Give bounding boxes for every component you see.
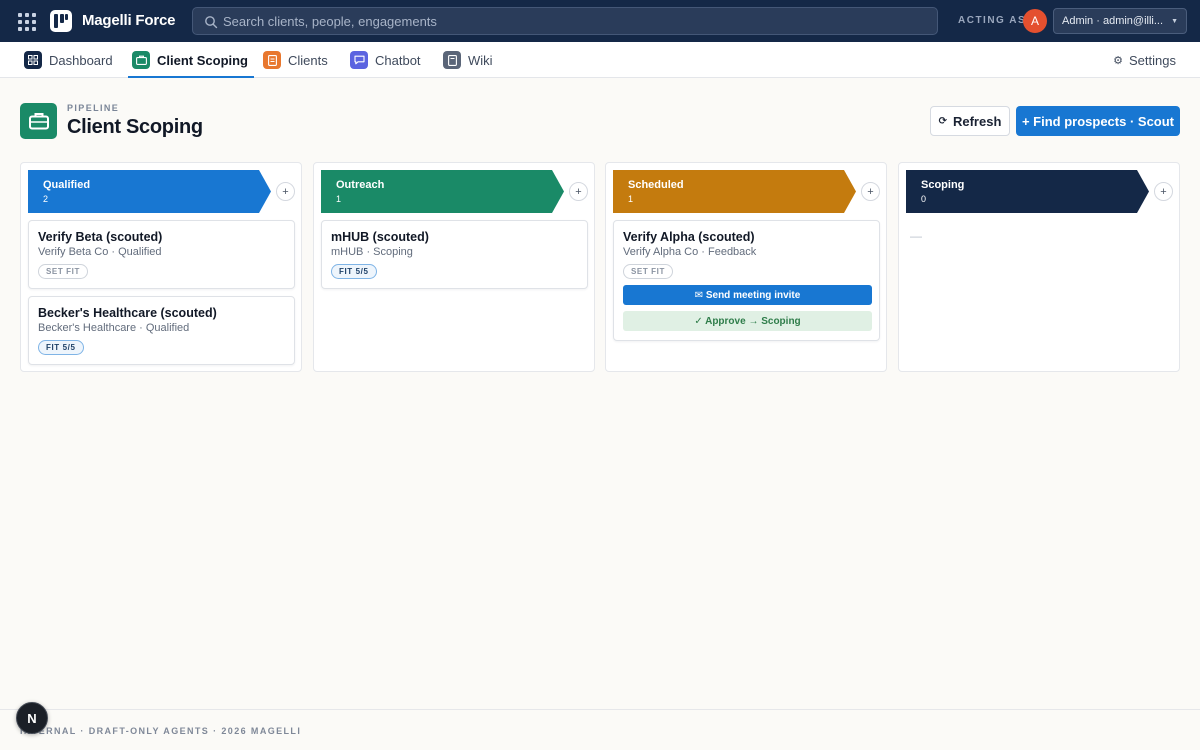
brand-name[interactable]: Magelli Force bbox=[82, 12, 175, 29]
page-eyebrow: PIPELINE bbox=[67, 103, 120, 113]
stage-count: 2 bbox=[43, 194, 49, 204]
stage-count: 0 bbox=[921, 194, 927, 204]
stage-header: Qualified 2 bbox=[28, 170, 271, 213]
card-subtitle: Becker's Healthcare · Qualified bbox=[38, 322, 190, 334]
send-meeting-invite-button[interactable]: ✉ Send meeting invite bbox=[623, 285, 872, 305]
stage-count: 1 bbox=[336, 194, 342, 204]
page-icon bbox=[443, 51, 461, 69]
user-select[interactable]: Admin · admin@illi... ▼ bbox=[1053, 8, 1187, 34]
app-launcher-icon[interactable] bbox=[16, 12, 36, 31]
stage-count: 1 bbox=[628, 194, 634, 204]
tab-client-scoping[interactable]: Client Scoping bbox=[128, 42, 254, 78]
pipeline-column-qualified: Qualified 2 + Verify Beta (scouted) Veri… bbox=[20, 162, 302, 372]
stage-header: Outreach 1 bbox=[321, 170, 564, 213]
stage-name: Scoping bbox=[921, 179, 965, 191]
stage-header: Scheduled 1 bbox=[613, 170, 856, 213]
tab-label: Client Scoping bbox=[157, 52, 248, 68]
add-card-button[interactable]: + bbox=[1154, 182, 1173, 201]
pipeline-column-scoping: Scoping 0 + — bbox=[898, 162, 1180, 372]
user-select-value: Admin · admin@illi... bbox=[1062, 15, 1164, 27]
briefcase-icon bbox=[20, 103, 57, 139]
settings-link[interactable]: ⚙ Settings bbox=[1113, 42, 1176, 78]
approve-to-scoping-button[interactable]: ✓ Approve → Scoping bbox=[623, 311, 872, 331]
prospect-card[interactable]: mHUB (scouted) mHUB · Scoping FIT 5/5 bbox=[321, 220, 588, 289]
card-subtitle: Verify Beta Co · Qualified bbox=[38, 246, 162, 258]
find-prospects-button[interactable]: + Find prospects · Scout bbox=[1016, 106, 1180, 136]
tab-clients[interactable]: Clients bbox=[263, 42, 328, 78]
tab-chatbot[interactable]: Chatbot bbox=[350, 42, 421, 78]
fit-score-chip[interactable]: FIT 5/5 bbox=[331, 264, 377, 279]
fit-score-chip[interactable]: FIT 5/5 bbox=[38, 340, 84, 355]
briefcase-icon bbox=[132, 51, 150, 69]
search-icon bbox=[205, 16, 218, 29]
gear-icon: ⚙ bbox=[1113, 54, 1124, 67]
tab-label: Chatbot bbox=[375, 52, 421, 68]
chat-icon bbox=[350, 51, 368, 69]
tab-dashboard[interactable]: Dashboard bbox=[24, 42, 113, 78]
set-fit-chip[interactable]: SET FIT bbox=[623, 264, 673, 279]
avatar[interactable]: A bbox=[1023, 9, 1047, 33]
set-fit-chip[interactable]: SET FIT bbox=[38, 264, 88, 279]
add-card-button[interactable]: + bbox=[861, 182, 880, 201]
dev-tools-badge[interactable]: N bbox=[16, 702, 48, 734]
tab-label: Clients bbox=[288, 52, 328, 68]
card-title: Verify Beta (scouted) bbox=[38, 230, 163, 244]
add-card-button[interactable]: + bbox=[569, 182, 588, 201]
prospect-card[interactable]: Verify Alpha (scouted) Verify Alpha Co ·… bbox=[613, 220, 880, 341]
settings-label: Settings bbox=[1129, 52, 1176, 68]
pipeline-column-scheduled: Scheduled 1 + Verify Alpha (scouted) Ver… bbox=[605, 162, 887, 372]
prospect-card[interactable]: Becker's Healthcare (scouted) Becker's H… bbox=[28, 296, 295, 365]
main-nav: Dashboard Client Scoping Clients Chatbot… bbox=[0, 42, 1200, 78]
stage-name: Outreach bbox=[336, 179, 385, 191]
card-title: Becker's Healthcare (scouted) bbox=[38, 306, 217, 320]
card-title: mHUB (scouted) bbox=[331, 230, 429, 244]
refresh-label: Refresh bbox=[952, 113, 1002, 129]
stage-name: Qualified bbox=[43, 179, 91, 191]
card-subtitle: mHUB · Scoping bbox=[331, 246, 413, 258]
tab-label: Dashboard bbox=[49, 52, 113, 68]
tab-wiki[interactable]: Wiki bbox=[443, 42, 493, 78]
card-title: Verify Alpha (scouted) bbox=[623, 230, 755, 244]
search-input[interactable] bbox=[223, 11, 923, 31]
card-subtitle: Verify Alpha Co · Feedback bbox=[623, 246, 757, 258]
page-title: Client Scoping bbox=[67, 116, 203, 138]
top-bar: Magelli Force ACTING AS A Admin · admin@… bbox=[0, 0, 1200, 42]
document-icon bbox=[263, 51, 281, 69]
pipeline-column-outreach: Outreach 1 + mHUB (scouted) mHUB · Scopi… bbox=[313, 162, 595, 372]
empty-placeholder: — bbox=[910, 229, 922, 243]
tab-label: Wiki bbox=[468, 52, 493, 68]
stage-header: Scoping 0 bbox=[906, 170, 1149, 213]
footer: INTERNAL · DRAFT-ONLY AGENTS · 2026 MAGE… bbox=[0, 709, 1200, 750]
acting-as-label: ACTING AS bbox=[958, 15, 1027, 26]
add-card-button[interactable]: + bbox=[276, 182, 295, 201]
prospect-card[interactable]: Verify Beta (scouted) Verify Beta Co · Q… bbox=[28, 220, 295, 289]
footer-text: INTERNAL · DRAFT-ONLY AGENTS · 2026 MAGE… bbox=[20, 726, 302, 736]
refresh-icon: ⟳ bbox=[938, 115, 947, 127]
logo-icon[interactable] bbox=[50, 10, 72, 32]
grid-icon bbox=[24, 51, 42, 69]
stage-name: Scheduled bbox=[628, 179, 684, 191]
global-search[interactable] bbox=[192, 7, 938, 35]
chevron-down-icon: ▼ bbox=[1171, 18, 1178, 25]
refresh-button[interactable]: ⟳ Refresh bbox=[930, 106, 1010, 136]
